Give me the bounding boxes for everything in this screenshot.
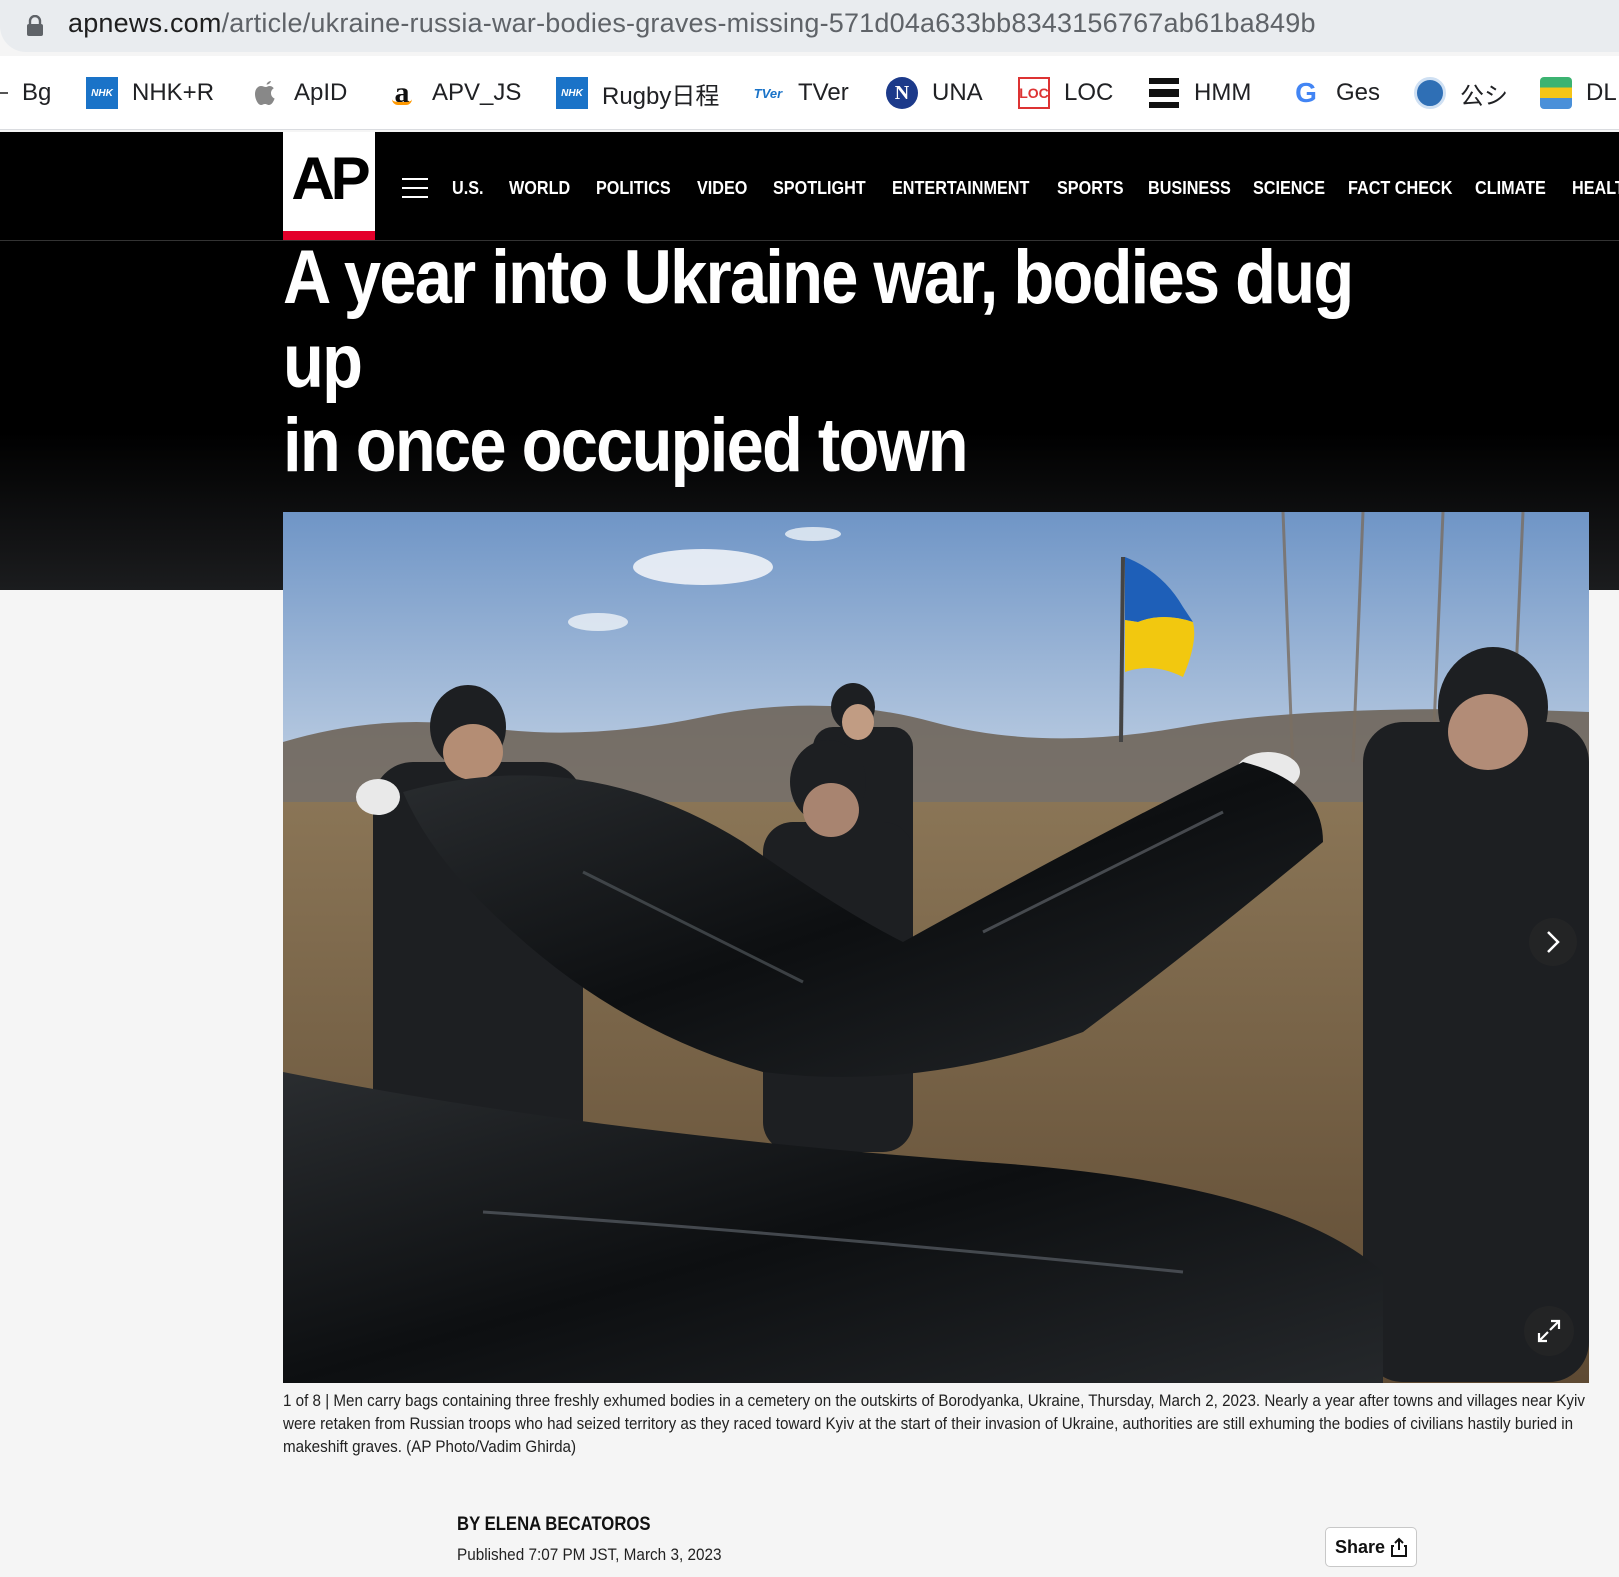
bookmark-apid[interactable]: ApID	[252, 56, 348, 129]
bookmark-dl[interactable]: DL	[1540, 56, 1617, 129]
bookmark-bg[interactable]: Bg	[0, 56, 52, 129]
bookmark-label: TVer	[798, 79, 849, 106]
bookmark-rugby[interactable]: NHK Rugby日程	[556, 56, 720, 129]
bookmark-label: HMM	[1194, 79, 1252, 106]
share-label: Share	[1334, 1536, 1386, 1557]
bookmark-label: 公シ	[1460, 82, 1508, 110]
bookmark-una[interactable]: N UNA	[886, 56, 983, 129]
bookmark-label: LOC	[1064, 79, 1114, 106]
menu-icon[interactable]	[402, 178, 428, 198]
bookmark-icon	[0, 92, 8, 94]
share-button[interactable]: Share	[1325, 1527, 1417, 1567]
url-host: apnews.com	[68, 8, 222, 38]
bookmark-loc[interactable]: LOC LOC	[1018, 56, 1114, 129]
photo-illustration	[283, 512, 1589, 1383]
lock-icon	[27, 15, 43, 36]
bookmarks-bar: Bg NHK NHK+R ApID a APV_JS NHK Rugby日程 T…	[0, 56, 1619, 130]
bookmark-koshi[interactable]: 公シ	[1414, 56, 1508, 129]
nav-video[interactable]: VIDEO	[697, 178, 747, 199]
bookmark-label: APV_JS	[432, 79, 522, 106]
nav-politics[interactable]: POLITICS	[596, 178, 671, 199]
nav-entertainment[interactable]: ENTERTAINMENT	[892, 178, 1029, 199]
article-byline: BY ELENA BECATOROS	[457, 1514, 651, 1535]
nav-spotlight[interactable]: SPOTLIGHT	[773, 178, 866, 199]
chevron-right-icon	[1547, 931, 1560, 953]
hero-photo[interactable]	[283, 512, 1589, 1383]
ap-logo-text: AP	[291, 145, 370, 212]
bookmark-tver[interactable]: TVer TVer	[752, 56, 849, 129]
bookmark-label: DL	[1586, 79, 1617, 106]
google-icon: G	[1295, 77, 1317, 108]
amazon-icon: a	[386, 76, 418, 109]
headline-line-2: in once occupied town	[283, 403, 969, 488]
nav-climate[interactable]: CLIMATE	[1475, 178, 1546, 199]
nhk-icon: NHK	[556, 77, 588, 109]
nav-fact-check[interactable]: FACT CHECK	[1348, 178, 1452, 199]
bookmark-apv-js[interactable]: a APV_JS	[386, 56, 522, 129]
photo-caption: 1 of 8 | Men carry bags containing three…	[283, 1392, 1585, 1456]
nav-science[interactable]: SCIENCE	[1253, 178, 1325, 199]
bookmark-label: Bg	[22, 79, 52, 106]
hmm-icon	[1148, 77, 1180, 109]
expand-icon	[1537, 1319, 1561, 1343]
ap-logo[interactable]: AP	[283, 132, 375, 240]
bookmark-label: UNA	[932, 79, 983, 106]
loc-icon: LOC	[1018, 77, 1050, 109]
dl-icon	[1540, 77, 1572, 109]
bookmark-label: ApID	[294, 79, 348, 106]
share-icon	[1391, 1537, 1408, 1557]
nhk-icon: NHK	[86, 77, 118, 109]
published-date: Published 7:07 PM JST, March 3, 2023	[457, 1545, 722, 1564]
bookmark-label: NHK+R	[132, 79, 215, 106]
tver-icon: TVer	[752, 77, 784, 109]
url-path: /article/ukraine-russia-war-bodies-grave…	[221, 8, 1316, 38]
apple-icon	[255, 81, 275, 105]
bookmark-hmm[interactable]: HMM	[1148, 56, 1252, 129]
next-photo-button[interactable]	[1529, 918, 1577, 966]
url-text[interactable]: apnews.com/article/ukraine-russia-war-bo…	[68, 8, 1316, 39]
nav-us[interactable]: U.S.	[452, 178, 484, 199]
nav-world[interactable]: WORLD	[509, 178, 570, 199]
bookmark-label: Rugby日程	[602, 82, 720, 110]
headline-line-1: A year into Ukraine war, bodies dug up	[283, 235, 1354, 404]
nav-health[interactable]: HEALT	[1572, 178, 1619, 199]
nav-sports[interactable]: SPORTS	[1057, 178, 1124, 199]
nav-business[interactable]: BUSINESS	[1148, 178, 1231, 199]
bookmark-nhk-r[interactable]: NHK NHK+R	[86, 56, 215, 129]
una-icon: N	[886, 77, 918, 109]
bookmark-ges[interactable]: G Ges	[1290, 56, 1381, 129]
expand-photo-button[interactable]	[1524, 1306, 1574, 1356]
emblem-icon	[1414, 77, 1446, 109]
bookmark-label: Ges	[1336, 79, 1381, 106]
article-headline: A year into Ukraine war, bodies dug up i…	[283, 236, 1427, 488]
address-bar[interactable]: apnews.com/article/ukraine-russia-war-bo…	[0, 0, 1619, 52]
